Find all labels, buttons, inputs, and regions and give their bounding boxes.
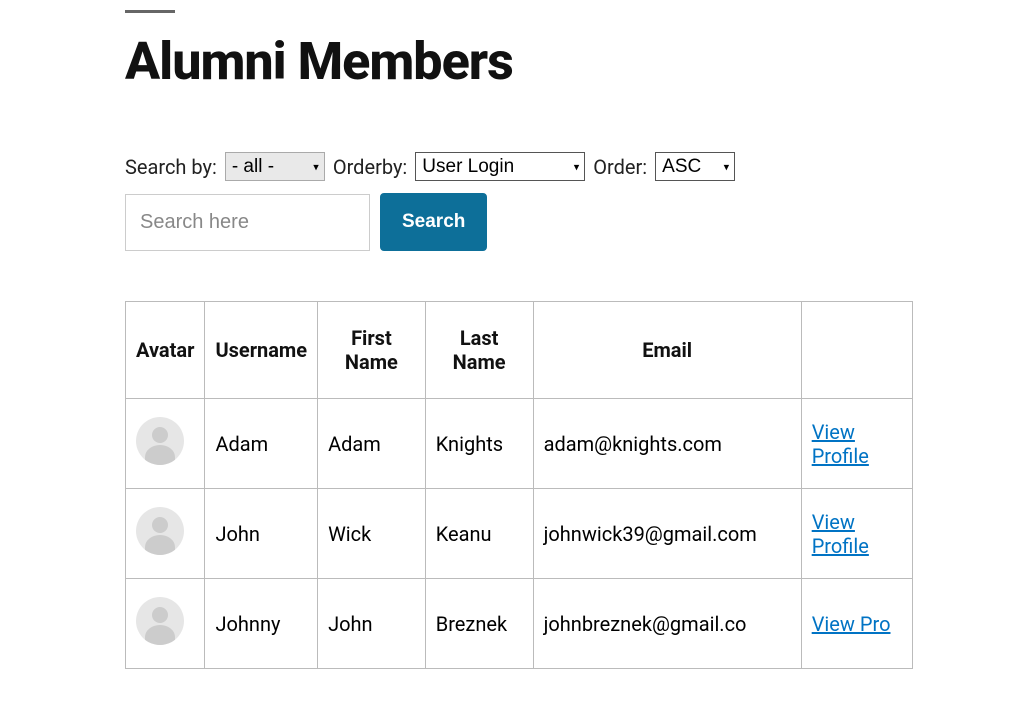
search-by-select[interactable]: - all - xyxy=(225,152,325,181)
last-name-cell: Keanu xyxy=(425,489,533,579)
avatar-cell xyxy=(126,399,205,489)
view-profile-link[interactable]: View Profile xyxy=(812,510,869,558)
alumni-table: Avatar Username First Name Last Name Ema… xyxy=(125,301,913,669)
header-first-name: First Name xyxy=(318,302,426,399)
email-cell: johnwick39@gmail.com xyxy=(533,489,801,579)
email-cell: johnbreznek@gmail.co xyxy=(533,579,801,669)
header-email: Email xyxy=(533,302,801,399)
page-container: Alumni Members Search by: - all - Orderb… xyxy=(125,0,1024,669)
search-by-select-wrap: - all - xyxy=(225,152,325,181)
username-cell: John xyxy=(205,489,318,579)
avatar-icon xyxy=(136,417,184,465)
orderby-select[interactable]: User Login xyxy=(415,152,585,181)
action-cell: View Profile xyxy=(801,489,912,579)
avatar-cell xyxy=(126,579,205,669)
email-cell: adam@knights.com xyxy=(533,399,801,489)
search-by-label: Search by: xyxy=(125,155,217,179)
avatar-icon xyxy=(136,507,184,555)
search-button[interactable]: Search xyxy=(380,193,487,251)
first-name-cell: Adam xyxy=(318,399,426,489)
order-label: Order: xyxy=(593,155,647,179)
first-name-cell: John xyxy=(318,579,426,669)
action-cell: View Profile xyxy=(801,399,912,489)
search-input[interactable] xyxy=(125,194,370,251)
username-cell: Johnny xyxy=(205,579,318,669)
view-profile-link[interactable]: View Profile xyxy=(812,420,869,468)
username-cell: Adam xyxy=(205,399,318,489)
orderby-select-wrap: User Login xyxy=(415,152,585,181)
avatar-icon xyxy=(136,597,184,645)
table-header-row: Avatar Username First Name Last Name Ema… xyxy=(126,302,913,399)
header-avatar: Avatar xyxy=(126,302,205,399)
table-row: Johnny John Breznek johnbreznek@gmail.co… xyxy=(126,579,913,669)
header-username: Username xyxy=(205,302,318,399)
order-select[interactable]: ASC xyxy=(655,152,735,181)
table-row: John Wick Keanu johnwick39@gmail.com Vie… xyxy=(126,489,913,579)
header-last-name: Last Name xyxy=(425,302,533,399)
order-select-wrap: ASC xyxy=(655,152,735,181)
header-action xyxy=(801,302,912,399)
first-name-cell: Wick xyxy=(318,489,426,579)
title-divider xyxy=(125,10,175,13)
filter-bar: Search by: - all - Orderby: User Login O… xyxy=(125,152,1024,251)
view-profile-link[interactable]: View Pro xyxy=(812,612,891,636)
avatar-cell xyxy=(126,489,205,579)
table-row: Adam Adam Knights adam@knights.com View … xyxy=(126,399,913,489)
last-name-cell: Breznek xyxy=(425,579,533,669)
last-name-cell: Knights xyxy=(425,399,533,489)
orderby-label: Orderby: xyxy=(333,155,407,179)
action-cell: View Pro xyxy=(801,579,912,669)
search-row: Search xyxy=(125,193,1024,251)
page-title: Alumni Members xyxy=(125,31,1024,92)
